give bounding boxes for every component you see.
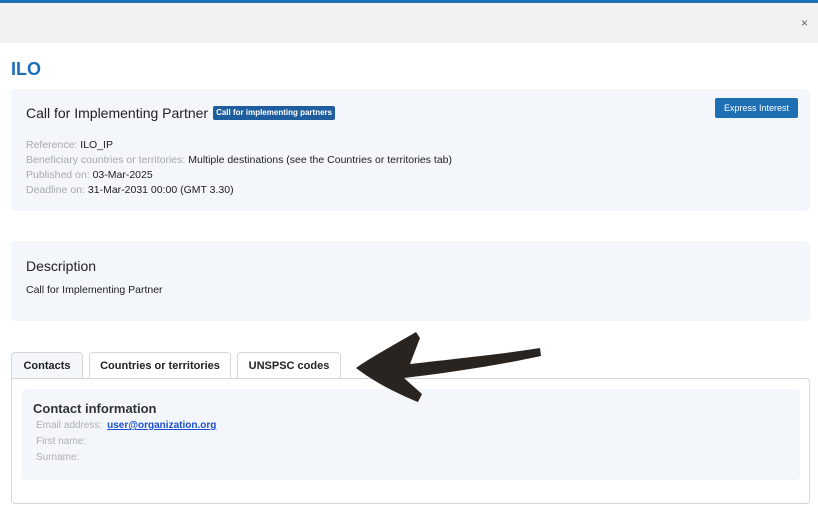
call-meta: Reference: ILO_IP Beneficiary countries … (26, 138, 452, 198)
contact-information-title: Contact information (33, 401, 157, 416)
description-card: Description Call for Implementing Partne… (11, 241, 810, 321)
tab-unspsc-codes[interactable]: UNSPSC codes (237, 352, 341, 378)
published-row: Published on: 03-Mar-2025 (26, 169, 153, 181)
tab-contacts[interactable]: Contacts (11, 352, 83, 378)
contact-rows: Email address: user@organization.org Firs… (36, 418, 216, 466)
call-title: Call for Implementing Partner (26, 105, 209, 121)
express-interest-button[interactable]: Express Interest (714, 98, 798, 118)
first-name-row: First name: (36, 436, 87, 447)
email-row: Email address: user@organization.org (36, 420, 217, 431)
arrow-left-icon (356, 332, 541, 402)
organization-name: ILO (11, 59, 41, 79)
surname-row: Surname: (36, 452, 80, 463)
description-title: Description (26, 258, 97, 274)
call-title-row: Call for Implementing Partner Call for i… (26, 105, 336, 121)
description-text: Call for Implementing Partner (26, 284, 163, 296)
call-summary-card: Call for Implementing Partner Call for i… (11, 89, 810, 211)
deadline-row: Deadline on: 31-Mar-2031 00:00 (GMT 3.30… (26, 184, 234, 196)
modal-header: × (0, 3, 818, 43)
email-link[interactable]: user@organization.org (107, 420, 216, 431)
call-type-badge: Call for implementing partners (213, 106, 336, 120)
tab-countries-or-territories[interactable]: Countries or territories (89, 352, 231, 378)
reference-row: Reference: ILO_IP (26, 139, 113, 151)
beneficiary-row: Beneficiary countries or territories: Mu… (26, 154, 453, 166)
close-icon[interactable]: × (801, 16, 808, 30)
